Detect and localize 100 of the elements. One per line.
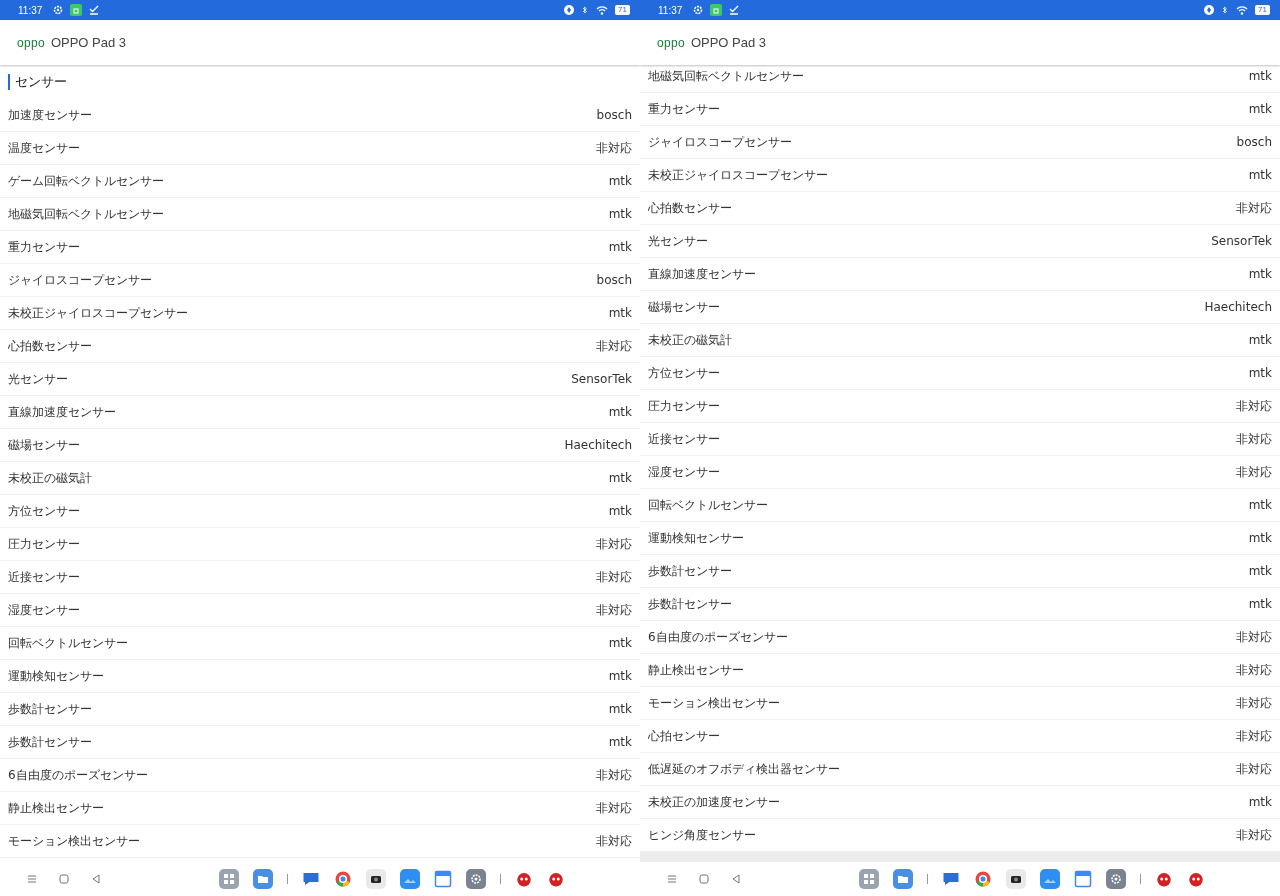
sensor-name: 未校正の磁気計 [648, 331, 732, 349]
back-icon [90, 873, 102, 885]
sensor-vendor: mtk [608, 240, 632, 254]
sensor-name: 歩数計センサー [648, 595, 732, 613]
status-time: 11:37 [18, 4, 43, 16]
sensor-name: 歩数計センサー [8, 700, 92, 718]
sensor-name: 未校正の磁気計 [8, 469, 92, 487]
home-icon [58, 873, 70, 885]
camera-app-icon[interactable] [1006, 869, 1026, 889]
sensor-vendor: SensorTek [1211, 234, 1272, 248]
sensor-vendor: mtk [1248, 168, 1272, 182]
settings-icon [470, 873, 482, 885]
sensor-vendor: 非対応 [596, 139, 632, 157]
sensor-vendor: mtk [608, 702, 632, 716]
camera-icon [1010, 873, 1022, 885]
sensor-name: 歩数計センサー [648, 562, 732, 580]
sensor-name: 圧力センサー [8, 535, 80, 553]
sensor-vendor: mtk [608, 636, 632, 650]
sensor-name: 心拍センサー [648, 727, 720, 745]
chat-bubble-icon [942, 870, 960, 888]
sensor-name: ゲーム回転ベクトルセンサー [8, 172, 164, 190]
sensor-vendor: mtk [608, 405, 632, 419]
battery-level: 71 [615, 5, 630, 15]
sensor-name: 加速度センサー [8, 106, 92, 124]
sensor-vendor: mtk [608, 306, 632, 320]
battery-level: 71 [1255, 5, 1270, 15]
sensor-vendor: 非対応 [1236, 628, 1272, 646]
sensor-vendor: 非対応 [1236, 694, 1272, 712]
app-grid-icon[interactable] [859, 869, 879, 889]
sensor-name: 重力センサー [8, 238, 80, 256]
settings-app-icon[interactable] [1106, 869, 1126, 889]
sensor-name: 方位センサー [8, 502, 80, 520]
gear-icon [692, 4, 705, 16]
sensor-name: 運動検知センサー [8, 667, 104, 685]
sensor-vendor: mtk [1248, 333, 1272, 347]
camera-app-icon[interactable] [366, 869, 386, 889]
section-title: センサー [8, 74, 67, 90]
sensor-vendor: mtk [1248, 498, 1272, 512]
sensor-vendor: 非対応 [1236, 430, 1272, 448]
sensor-vendor: mtk [608, 174, 632, 188]
settings-icon [1110, 873, 1122, 885]
sensor-name: 重力センサー [648, 100, 720, 118]
files-app-icon[interactable] [893, 869, 913, 889]
gallery-app-icon[interactable] [400, 869, 420, 889]
sensor-name: 回転ベクトルセンサー [648, 496, 768, 514]
grid-icon [223, 873, 235, 885]
gear-icon [52, 4, 65, 16]
folder-icon [257, 873, 269, 885]
sensor-name: 直線加速度センサー [8, 403, 116, 421]
wifi-icon [1235, 4, 1250, 16]
sensor-vendor: Haechitech [1204, 300, 1272, 314]
brand-logo: oppo [657, 35, 685, 50]
home-icon [698, 873, 710, 885]
calendar-icon [434, 870, 452, 888]
app-title: OPPO Pad 3 [50, 35, 127, 50]
files-app-icon[interactable] [253, 869, 273, 889]
wifi-icon [595, 4, 610, 16]
sensor-name: 圧力センサー [648, 397, 720, 415]
sensor-vendor: 非対応 [1236, 661, 1272, 679]
sensor-vendor: mtk [1248, 531, 1272, 545]
checkmark-icon [88, 4, 101, 16]
sensor-vendor: mtk [1248, 69, 1272, 83]
camera-icon [370, 873, 382, 885]
sensor-vendor: 非対応 [1236, 826, 1272, 844]
sensor-vendor: bosch [1236, 135, 1272, 149]
menu-icon [26, 873, 38, 885]
sensor-name: 未校正ジャイロスコープセンサー [8, 304, 188, 322]
sensor-vendor: 非対応 [1236, 760, 1272, 778]
app-title: OPPO Pad 3 [690, 35, 767, 50]
sensor-name: 低遅延のオフボディ検出器センサー [648, 760, 840, 778]
bluetooth-icon [1221, 4, 1230, 16]
sensor-vendor: 非対応 [1236, 463, 1272, 481]
sensor-name: 静止検出センサー [648, 661, 744, 679]
sensor-name: 静止検出センサー [8, 799, 104, 817]
sensor-name: 地磁気回転ベクトルセンサー [8, 205, 164, 223]
back-icon [730, 873, 742, 885]
sensor-name: 磁場センサー [8, 436, 80, 454]
sensor-vendor: bosch [596, 108, 632, 122]
settings-app-icon[interactable] [466, 869, 486, 889]
sensor-name: 地磁気回転ベクトルセンサー [648, 67, 804, 85]
sensor-vendor: mtk [608, 669, 632, 683]
sensor-vendor: mtk [608, 735, 632, 749]
calendar-icon [1074, 870, 1092, 888]
sensor-name: ジャイロスコープセンサー [648, 133, 792, 151]
sensor-vendor: mtk [608, 471, 632, 485]
brand-logo: oppo [17, 35, 45, 50]
chat-bubble-icon [302, 870, 320, 888]
sensor-name: モーション検出センサー [648, 694, 780, 712]
app-grid-icon[interactable] [219, 869, 239, 889]
sensor-vendor: mtk [608, 504, 632, 518]
browser-icon [334, 870, 352, 888]
sensor-name: 光センサー [648, 232, 708, 250]
sensor-vendor: 非対応 [596, 568, 632, 586]
sensor-name: 未校正ジャイロスコープセンサー [648, 166, 828, 184]
sensor-name: 温度センサー [8, 139, 80, 157]
gallery-app-icon[interactable] [1040, 869, 1060, 889]
sensor-name: 未校正の加速度センサー [648, 793, 780, 811]
sensor-name: 直線加速度センサー [648, 265, 756, 283]
sensor-name: 運動検知センサー [648, 529, 744, 547]
sensor-name: 回転ベクトルセンサー [8, 634, 128, 652]
